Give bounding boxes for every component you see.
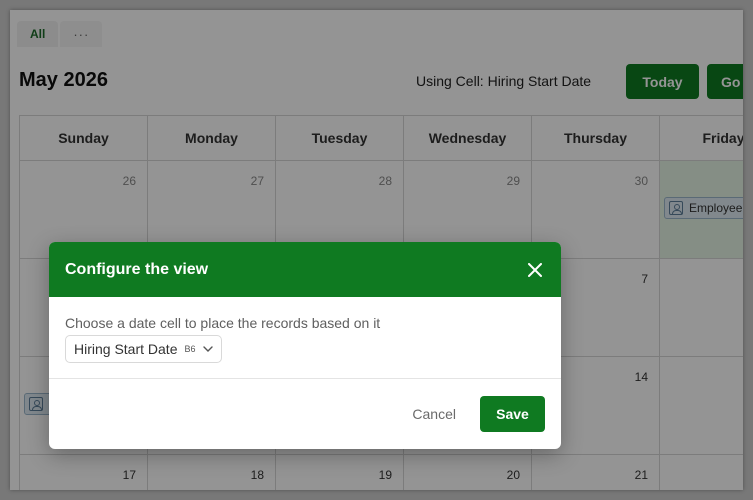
date-cell-instruction: Choose a date cell to place the records … (65, 315, 381, 331)
save-button[interactable]: Save (480, 396, 545, 432)
cell-reference: B6 (184, 344, 196, 354)
date-cell-select[interactable]: Hiring Start Date B6 (65, 335, 222, 363)
date-cell-select-value: Hiring Start Date (74, 341, 178, 357)
dialog-header: Configure the view (49, 242, 561, 297)
close-icon (528, 262, 542, 277)
dialog-body: Choose a date cell to place the records … (49, 297, 561, 379)
chevron-down-icon (202, 346, 213, 352)
dialog-title: Configure the view (65, 260, 209, 278)
dialog-footer: Cancel Save (49, 379, 561, 432)
configure-view-dialog: Configure the view Choose a date cell to… (49, 242, 561, 449)
cancel-button[interactable]: Cancel (412, 406, 456, 422)
close-button[interactable] (525, 260, 545, 280)
